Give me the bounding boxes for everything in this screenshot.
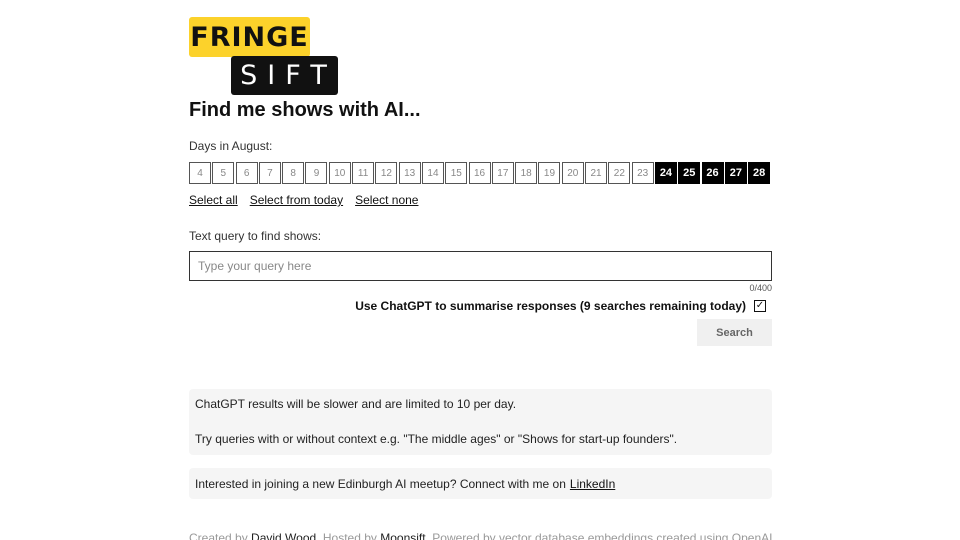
linkedin-link[interactable]: LinkedIn (570, 477, 615, 491)
day-selector: 4 5 6 7 8 9 10 11 12 13 14 15 16 17 18 19 20 21 22 23 24 25 26… (189, 162, 771, 184)
day-button-17[interactable]: 17 (491, 162, 514, 184)
chatgpt-option: Use ChatGPT to summarise responses (9 se… (355, 299, 766, 313)
author-link[interactable]: David Wood (251, 531, 316, 540)
footer-powered: . Powered by vector database embeddings … (425, 531, 773, 540)
day-button-28[interactable]: 28 (748, 162, 771, 184)
day-button-8[interactable]: 8 (282, 162, 305, 184)
chatgpt-checkbox[interactable]: ✓ (754, 300, 766, 312)
day-button-19[interactable]: 19 (538, 162, 561, 184)
day-button-13[interactable]: 13 (398, 162, 421, 184)
host-link[interactable]: Moonsift (380, 531, 425, 540)
day-button-26[interactable]: 26 (701, 162, 724, 184)
meetup-box: Interested in joining a new Edinburgh AI… (189, 468, 772, 499)
check-icon: ✓ (755, 300, 765, 311)
info-box: ChatGPT results will be slower and are l… (189, 389, 772, 455)
day-button-12[interactable]: 12 (375, 162, 398, 184)
select-all-link[interactable]: Select all (189, 193, 238, 207)
character-counter: 0/400 (749, 283, 772, 293)
days-label: Days in August: (189, 139, 273, 153)
day-button-20[interactable]: 20 (561, 162, 584, 184)
meetup-text: Interested in joining a new Edinburgh AI… (195, 476, 566, 491)
query-label: Text query to find shows: (189, 229, 322, 243)
day-button-23[interactable]: 23 (631, 162, 654, 184)
day-button-16[interactable]: 16 (468, 162, 491, 184)
day-button-7[interactable]: 7 (258, 162, 281, 184)
select-none-link[interactable]: Select none (355, 193, 418, 207)
footer: Created by David Wood. Hosted by Moonsif… (189, 531, 773, 540)
info-line-limits: ChatGPT results will be slower and are l… (195, 397, 517, 411)
logo-sift: SIFT (231, 56, 338, 95)
day-button-5[interactable]: 5 (212, 162, 235, 184)
query-input[interactable] (189, 251, 772, 281)
chatgpt-label: Use ChatGPT to summarise responses (9 se… (355, 299, 746, 313)
day-button-24[interactable]: 24 (654, 162, 677, 184)
logo-fringe: FRINGE (189, 17, 310, 57)
day-button-14[interactable]: 14 (421, 162, 444, 184)
day-button-11[interactable]: 11 (352, 162, 375, 184)
info-line-tips: Try queries with or without context e.g.… (195, 432, 678, 446)
day-button-15[interactable]: 15 (445, 162, 468, 184)
search-button[interactable]: Search (697, 319, 772, 346)
day-button-27[interactable]: 27 (724, 162, 747, 184)
footer-hosted-by: . Hosted by (316, 531, 377, 540)
day-button-6[interactable]: 6 (235, 162, 258, 184)
footer-created-by: Created by (189, 531, 248, 540)
day-button-21[interactable]: 21 (585, 162, 608, 184)
day-button-22[interactable]: 22 (608, 162, 631, 184)
day-button-25[interactable]: 25 (678, 162, 701, 184)
day-button-9[interactable]: 9 (305, 162, 328, 184)
page-title: Find me shows with AI... (189, 99, 421, 121)
day-select-links: Select all Select from today Select none (189, 193, 418, 207)
select-from-today-link[interactable]: Select from today (250, 193, 343, 207)
day-button-10[interactable]: 10 (328, 162, 351, 184)
day-button-18[interactable]: 18 (515, 162, 538, 184)
day-button-4[interactable]: 4 (189, 162, 211, 184)
